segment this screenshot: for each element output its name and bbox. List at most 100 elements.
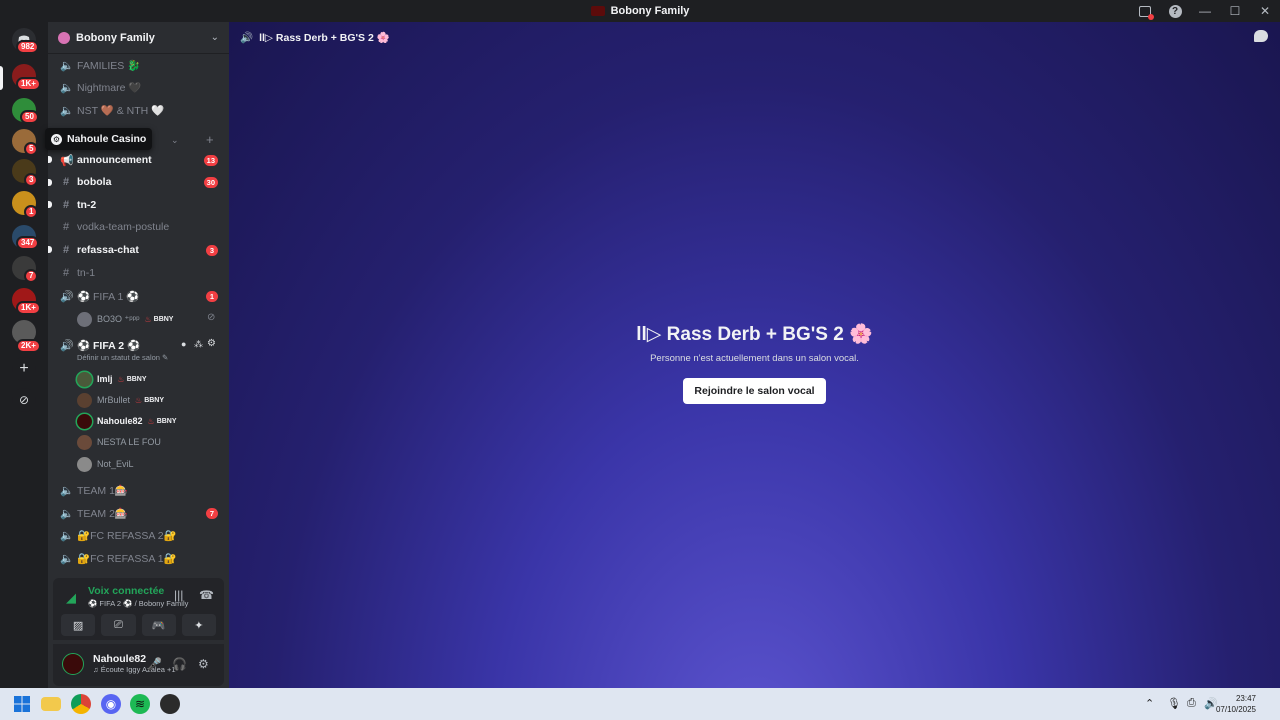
voice-user-nesta[interactable]: NESTA LE FOU	[77, 432, 161, 452]
avatar	[77, 392, 92, 408]
screen-share-button[interactable]: ⎚	[101, 614, 136, 636]
spotify-icon[interactable]: ≋	[130, 694, 150, 714]
activity-button[interactable]: 🎮	[141, 614, 176, 636]
channel-tn-2[interactable]: # tn-2	[54, 195, 222, 215]
file-explorer-icon[interactable]	[41, 697, 61, 711]
avatar	[77, 371, 92, 387]
noise-suppression-icon[interactable]: |||	[174, 588, 183, 602]
channel-vodka-team-postule[interactable]: # vodka-team-postule	[54, 217, 222, 237]
user-tag: ♨ BBNY	[144, 314, 174, 324]
channel-name: refassa-chat	[77, 244, 139, 256]
chat-icon[interactable]	[1254, 30, 1268, 42]
signal-icon[interactable]: ◢	[66, 590, 76, 606]
channel-fc-refassa-2[interactable]: 🔈 🔐FC REFASSA 2🔐	[54, 525, 222, 545]
window-title-text: Bobony Family	[610, 5, 690, 17]
tooltip-label: Nahoule Casino	[67, 133, 147, 145]
channel-name: FAMILIES 🐉	[77, 59, 141, 72]
join-voice-button[interactable]: Rejoindre le salon vocal	[683, 378, 826, 404]
hash-icon: #	[62, 199, 70, 211]
avatar	[77, 434, 92, 450]
mention-badge: 30	[203, 176, 218, 188]
mention-badge: 13	[203, 154, 218, 166]
voice-channel-description: Personne n'est actuellement dans un salo…	[650, 353, 859, 364]
user-tag: ♨ BBNY	[147, 416, 177, 426]
channel-name: 🔐FC REFASSA 1🔐	[77, 552, 177, 565]
chevron-down-icon: ⌄	[210, 32, 219, 43]
channel-status-hint[interactable]: Définir un statut de salon ✎	[77, 353, 168, 362]
soundboard-icon: ✦	[194, 619, 204, 632]
voice-user-lmlj[interactable]: lmlj ♨ BBNY	[77, 369, 147, 389]
home-unread-badge: 982	[16, 40, 40, 54]
category-chevron-icon[interactable]: ⌄	[171, 135, 179, 146]
voice-user-nahoule82[interactable]: Nahoule82 ♨ BBNY	[77, 411, 177, 431]
start-button[interactable]	[12, 694, 32, 714]
chevron-up-icon[interactable]: ⌃	[1145, 697, 1154, 710]
hash-icon: #	[62, 244, 70, 256]
empty-voice-state: ll▷ Rass Derb + BG'S 2 🌸 Personne n'est …	[229, 322, 1280, 404]
add-server-button[interactable]: +	[12, 357, 36, 381]
channel-announcement[interactable]: 📢 announcement 13	[54, 150, 222, 170]
channel-name: ⚽ FIFA 2 ⚽	[77, 339, 141, 352]
microphone-icon[interactable]: 🎙	[1167, 697, 1181, 710]
channel-nst-nth[interactable]: 🔈 NST 🤎 & NTH 🤍	[54, 100, 222, 120]
channel-nightmare[interactable]: 🔈 Nightmare 🖤	[54, 77, 222, 97]
discord-taskbar-icon[interactable]: ◉	[101, 694, 121, 714]
gear-icon[interactable]: ⚙	[207, 338, 216, 349]
deafened-icon: ⊘	[207, 312, 216, 323]
flame-icon: ♨	[147, 416, 155, 426]
channel-bobola[interactable]: # bobola 30	[54, 172, 222, 192]
flame-icon: ♨	[135, 395, 143, 405]
user-tag: ♨ BBNY	[117, 374, 147, 384]
channel-name: NST 🤎 & NTH 🤍	[77, 104, 165, 117]
current-user-name[interactable]: Nahoule82	[93, 653, 146, 665]
voice-connected-title[interactable]: Voix connectée	[88, 585, 164, 597]
chrome-icon[interactable]	[71, 694, 91, 714]
channel-families[interactable]: 🔈 FAMILIES 🐉	[54, 55, 222, 75]
channel-team-2[interactable]: 🔈 TEAM 2🎰 7	[54, 503, 222, 523]
server-badge-1: 1K+	[16, 77, 41, 91]
hash-icon: #	[62, 221, 70, 233]
server-badge-5: 1	[24, 205, 39, 219]
avatar	[77, 413, 92, 429]
microphone-icon[interactable]: 🎤	[147, 657, 162, 671]
headphones-icon[interactable]: 🎧	[172, 657, 187, 671]
clock-date: 07/10/2025	[1215, 705, 1256, 714]
soundboard-button[interactable]: ✦	[181, 614, 216, 636]
inbox-button[interactable]	[1130, 0, 1160, 22]
clock[interactable]: 23:47 07/10/2025	[1216, 693, 1256, 715]
add-user-icon[interactable]: ⁂	[194, 339, 203, 350]
chat-bubble-icon[interactable]: ●	[181, 339, 186, 349]
hash-icon: #	[62, 176, 70, 188]
network-icon[interactable]: ⎙	[1187, 697, 1196, 710]
close-button[interactable]: ✕	[1250, 0, 1280, 22]
speaker-icon: 🔈	[60, 104, 74, 117]
settings-gear-icon[interactable]: ⚙	[198, 657, 209, 671]
server-header[interactable]: Bobony Family ⌄	[48, 22, 229, 54]
channel-fc-refassa-1[interactable]: 🔈 🔐FC REFASSA 1🔐	[54, 548, 222, 568]
channel-name: TEAM 2🎰	[77, 507, 128, 520]
camera-button[interactable]: ▨	[61, 614, 96, 636]
speaker-icon: 🔈	[60, 81, 74, 94]
voice-user-mrbullet[interactable]: MrBullet ♨ BBNY	[77, 390, 164, 410]
voice-user-bo3o[interactable]: BO3O ⁺ᵖᵖᵖ ♨ BBNY	[77, 309, 173, 329]
channel-refassa-chat[interactable]: # refassa-chat 3	[54, 240, 222, 260]
minimize-button[interactable]: —	[1190, 0, 1220, 22]
disconnect-icon[interactable]: ☎	[199, 588, 214, 602]
help-button[interactable]: ?	[1160, 0, 1190, 22]
voice-action-buttons: ▨ ⎚ 🎮 ✦	[53, 614, 224, 636]
discover-button[interactable]: ⊘	[12, 388, 36, 412]
channel-name: 🔐FC REFASSA 2🔐	[77, 529, 177, 542]
obs-icon[interactable]	[160, 694, 180, 714]
screen-share-icon: ⎚	[113, 618, 123, 631]
channel-team-1[interactable]: 🔈 TEAM 1🎰	[54, 480, 222, 500]
server-rail: 982 1K+ 50 5 3 1 347 7 1K+ 2K+ + ⊘	[0, 22, 48, 688]
maximize-button[interactable]: ☐	[1220, 0, 1250, 22]
create-channel-plus-icon[interactable]: +	[206, 132, 214, 147]
voice-user-not-evil[interactable]: Not_EviL	[77, 454, 134, 474]
channel-name: Nightmare 🖤	[77, 81, 142, 94]
avatar[interactable]	[62, 653, 84, 675]
channel-tn-1[interactable]: # tn-1	[54, 263, 222, 283]
channel-fifa-1[interactable]: 🔊 ⚽ FIFA 1 ⚽ 1	[54, 286, 222, 306]
channel-name: tn-1	[77, 267, 96, 279]
flame-icon: ♨	[144, 314, 152, 324]
